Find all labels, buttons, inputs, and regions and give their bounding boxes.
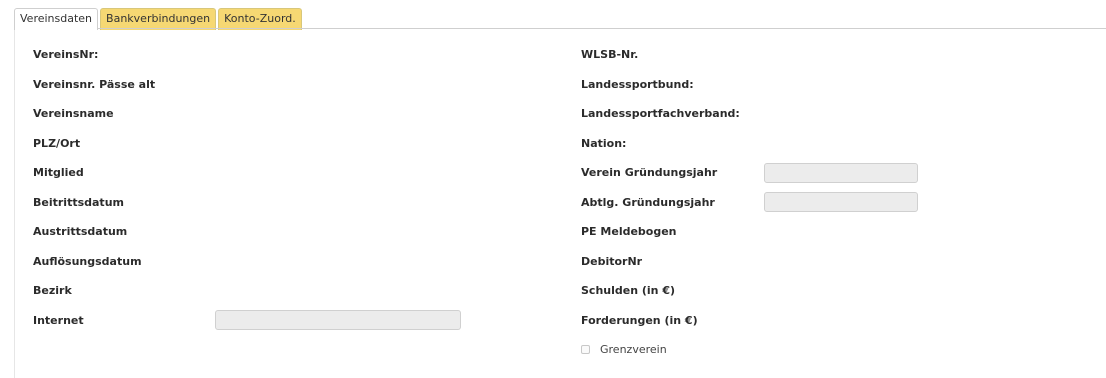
- schulden-label: Schulden (in €): [581, 284, 676, 298]
- vereinsnr-paesse-alt-label: Vereinsnr. Pässe alt: [33, 77, 156, 91]
- plz-ort-label: PLZ/Ort: [33, 136, 81, 150]
- left-column: VereinsNr: Vereinsnr. Pässe alt Vereinsn…: [33, 40, 473, 335]
- landessportbund-label: Landessportbund:: [581, 77, 694, 91]
- forderungen-label: Forderungen (in €): [581, 313, 698, 327]
- verein-gruendungsjahr-input[interactable]: [764, 162, 918, 183]
- aufloesungsdatum-label: Auflösungsdatum: [33, 254, 142, 268]
- tab-konto-zuord[interactable]: Konto-Zuord.: [218, 8, 302, 30]
- abtlg-gruendungsjahr-label: Abtlg. Gründungsjahr: [581, 195, 715, 209]
- beitrittsdatum-label: Beitrittsdatum: [33, 195, 124, 209]
- tab-bankverbindungen[interactable]: Bankverbindungen: [100, 8, 217, 30]
- tab-bar: Vereinsdaten Bankverbindungen Konto-Zuor…: [14, 8, 302, 30]
- tab-vereinsdaten[interactable]: Vereinsdaten: [14, 8, 99, 30]
- austrittsdatum-label: Austrittsdatum: [33, 225, 128, 239]
- grenzverein-row[interactable]: Grenzverein: [581, 335, 931, 365]
- bezirk-label: Bezirk: [33, 284, 72, 298]
- right-column: WLSB-Nr. Landessportbund: Landessportfac…: [581, 40, 931, 365]
- pe-meldebogen-label: PE Meldebogen: [581, 225, 677, 239]
- grenzverein-label: Grenzverein: [600, 343, 667, 357]
- landessportfachverband-label: Landessportfachverband:: [581, 107, 740, 121]
- abtlg-gruendungsjahr-input[interactable]: [764, 192, 918, 213]
- verein-gruendungsjahr-label: Verein Gründungsjahr: [581, 166, 718, 180]
- internet-label: Internet: [33, 313, 84, 327]
- nation-label: Nation:: [581, 136, 627, 150]
- debitornr-label: DebitorNr: [581, 254, 643, 268]
- wlsb-nr-label: WLSB-Nr.: [581, 48, 639, 62]
- mitglied-label: Mitglied: [33, 166, 84, 180]
- grenzverein-checkbox[interactable]: [581, 345, 590, 355]
- panel-border: [14, 28, 15, 378]
- tab-divider: [14, 28, 1106, 29]
- internet-input[interactable]: [215, 310, 461, 331]
- vereinsname-label: Vereinsname: [33, 107, 114, 121]
- vereinsnr-label: VereinsNr:: [33, 48, 99, 62]
